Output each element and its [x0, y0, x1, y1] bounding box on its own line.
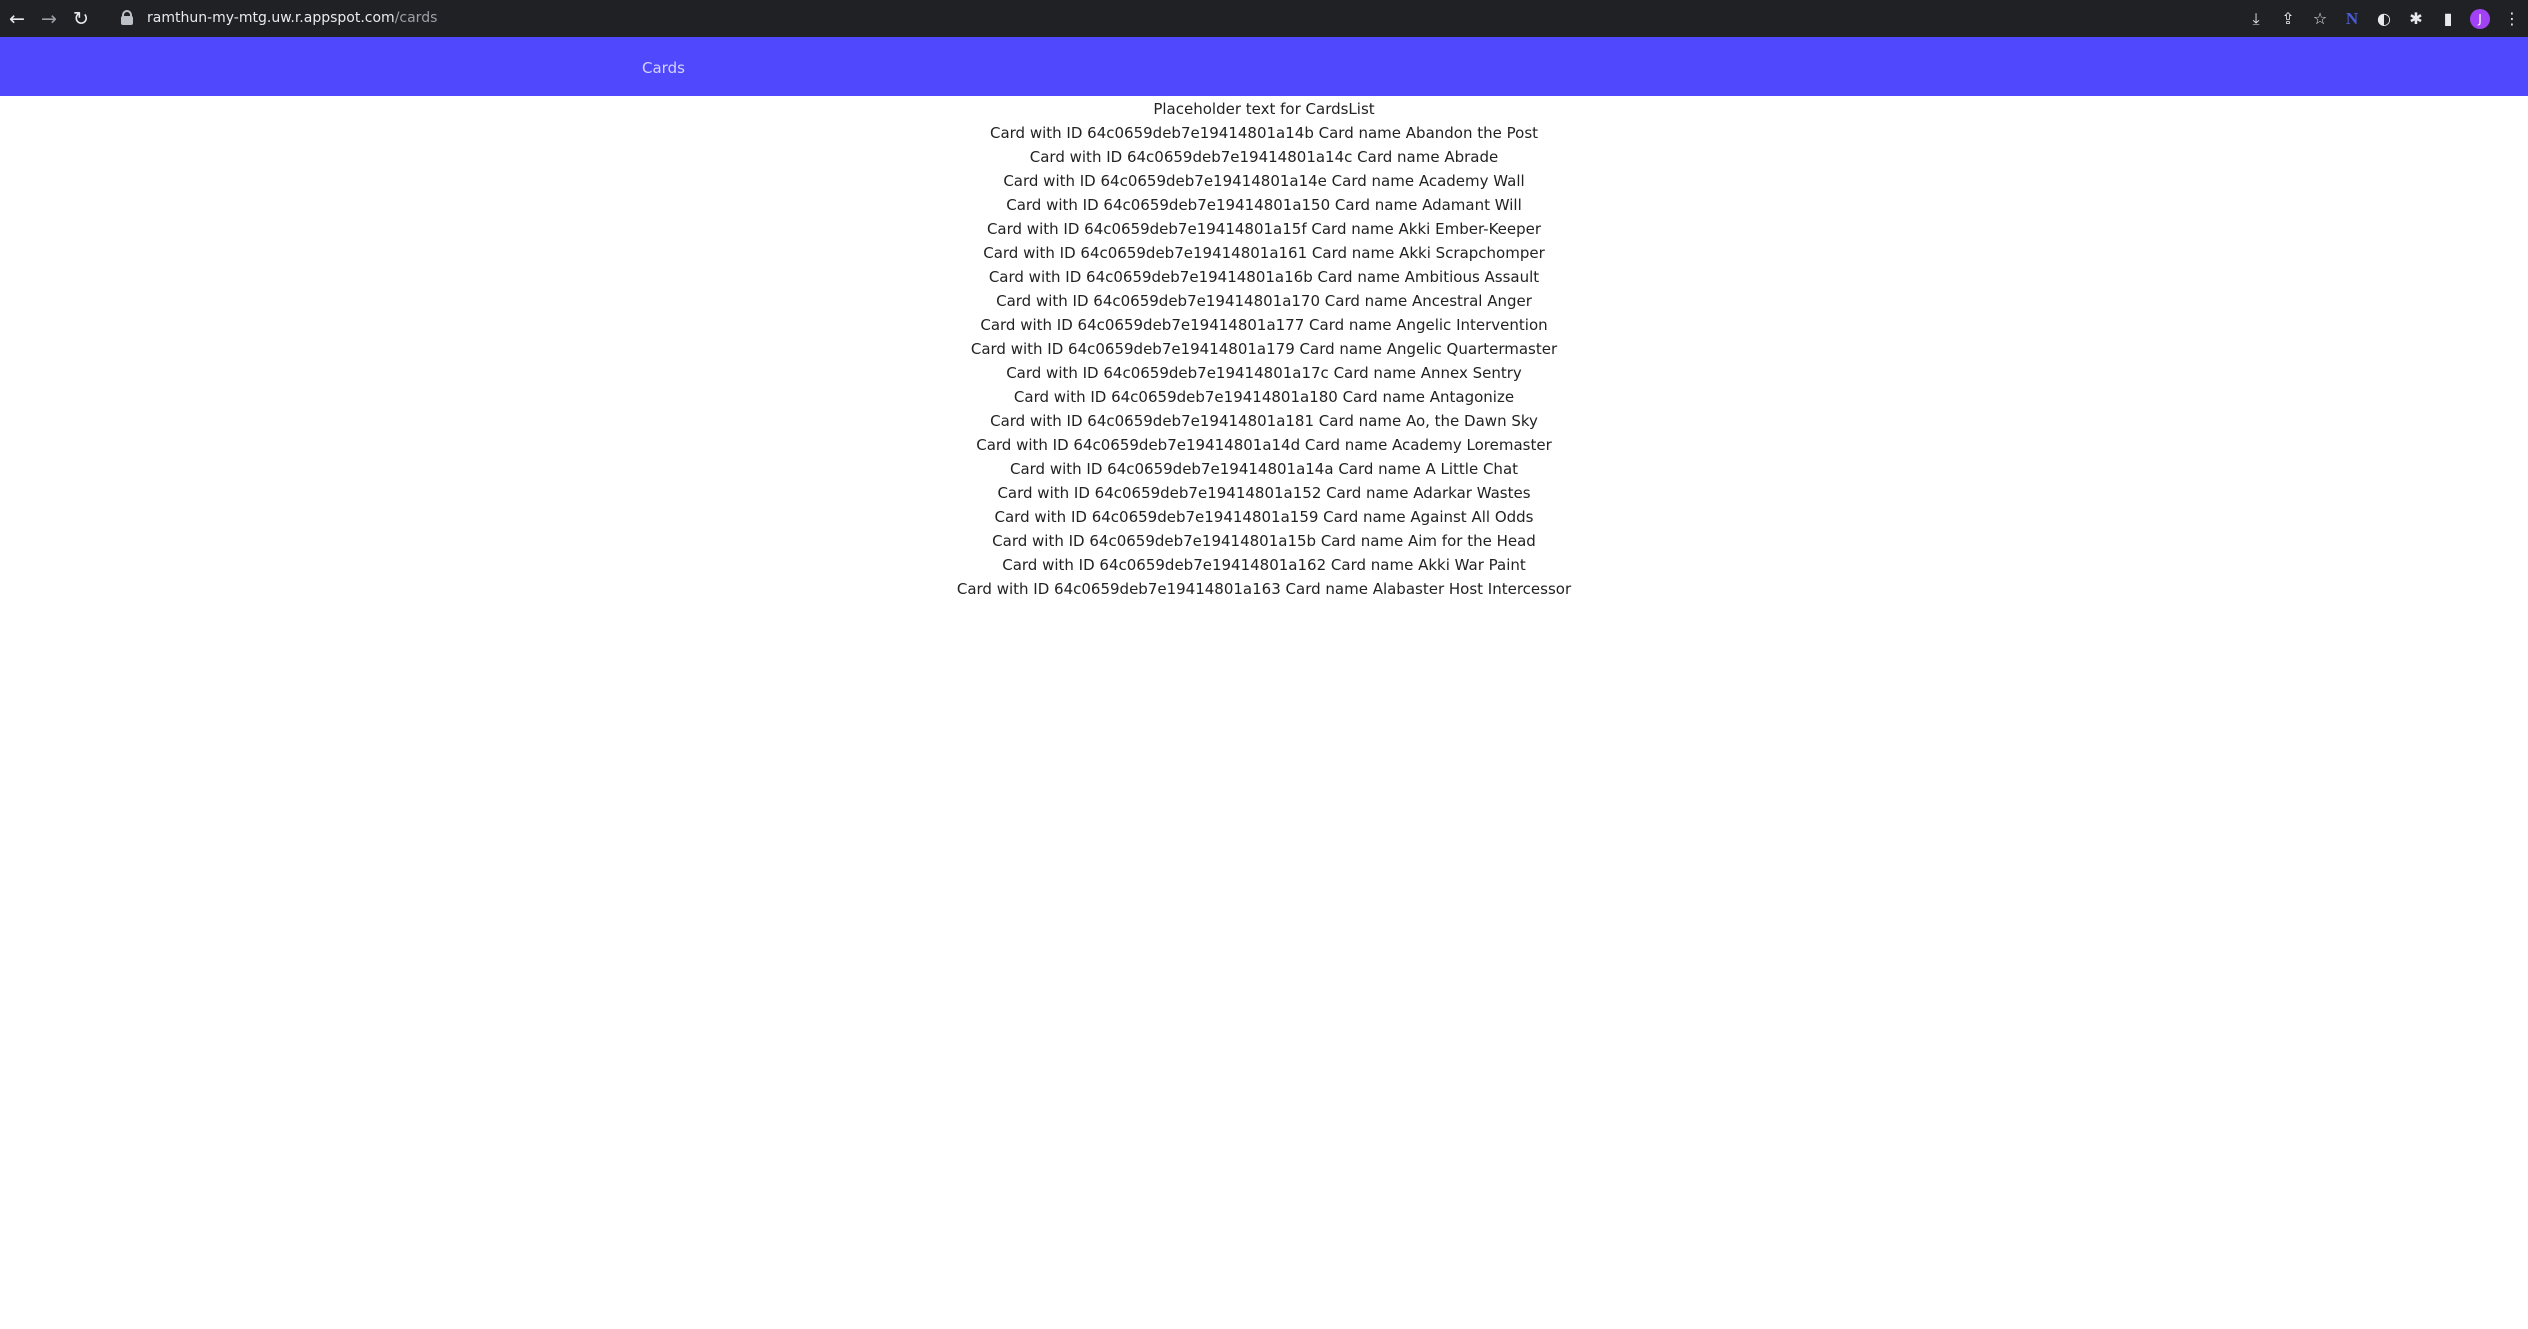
address-bar[interactable]: ramthun-my-mtg.uw.r.appspot.com/cards — [103, 3, 2328, 33]
side-panel-icon[interactable]: ▮ — [2432, 0, 2464, 37]
card-list-item: Card with ID 64c0659deb7e19414801a14d Ca… — [976, 436, 1552, 454]
browser-toolbar: ← → ↻ ramthun-my-mtg.uw.r.appspot.com/ca… — [0, 0, 2528, 37]
nav-link-cards[interactable]: Cards — [642, 37, 685, 96]
lock-icon[interactable] — [117, 3, 137, 33]
card-list-item: Card with ID 64c0659deb7e19414801a17c Ca… — [1006, 364, 1522, 382]
bookmark-star-icon[interactable]: ☆ — [2304, 0, 2336, 37]
url-host: ramthun-my-mtg.uw.r.appspot.com — [147, 10, 395, 26]
card-list-item: Card with ID 64c0659deb7e19414801a180 Ca… — [1013, 388, 1515, 406]
app-header: Cards — [0, 37, 2528, 96]
card-list-item: Card with ID 64c0659deb7e19414801a150 Ca… — [1006, 196, 1522, 214]
card-list-item: Card with ID 64c0659deb7e19414801a159 Ca… — [994, 508, 1534, 526]
card-list-item: Card with ID 64c0659deb7e19414801a14b Ca… — [989, 124, 1539, 142]
card-list-item: Card with ID 64c0659deb7e19414801a163 Ca… — [956, 580, 1572, 598]
card-list-item: Card with ID 64c0659deb7e19414801a14c Ca… — [1029, 148, 1499, 166]
back-button[interactable]: ← — [2, 0, 32, 37]
card-list-item: Card with ID 64c0659deb7e19414801a179 Ca… — [970, 340, 1558, 358]
card-list-item: Card with ID 64c0659deb7e19414801a161 Ca… — [983, 244, 1545, 262]
profile-button[interactable]: J — [2464, 0, 2496, 37]
browser-menu-icon[interactable]: ⋮ — [2496, 0, 2528, 37]
toolbar-actions: ⤓ ⇪ ☆ N ◐ ✱ ▮ J ⋮ — [2240, 0, 2528, 37]
card-list-item: Card with ID 64c0659deb7e19414801a162 Ca… — [1002, 556, 1526, 574]
card-list-item: Card with ID 64c0659deb7e19414801a170 Ca… — [996, 292, 1532, 310]
back-arrow-icon: ← — [9, 7, 25, 30]
forward-arrow-icon: → — [41, 7, 57, 30]
card-list-item: Card with ID 64c0659deb7e19414801a177 Ca… — [980, 316, 1548, 334]
url-text: ramthun-my-mtg.uw.r.appspot.com/cards — [147, 10, 437, 26]
card-list-item: Card with ID 64c0659deb7e19414801a14e Ca… — [1003, 172, 1525, 190]
placeholder-text: Placeholder text for CardsList — [1153, 100, 1375, 118]
reload-button[interactable]: ↻ — [66, 0, 96, 37]
avatar: J — [2470, 8, 2490, 29]
extension-n-icon[interactable]: N — [2336, 0, 2368, 37]
extensions-puzzle-icon[interactable]: ✱ — [2400, 0, 2432, 37]
install-app-icon[interactable]: ⤓ — [2240, 0, 2272, 37]
cards-list: Placeholder text for CardsList Card with… — [0, 97, 2528, 601]
reload-icon: ↻ — [73, 7, 89, 30]
card-list-item: Card with ID 64c0659deb7e19414801a16b Ca… — [988, 268, 1540, 286]
card-list-item: Card with ID 64c0659deb7e19414801a152 Ca… — [997, 484, 1531, 502]
share-icon[interactable]: ⇪ — [2272, 0, 2304, 37]
card-list-item: Card with ID 64c0659deb7e19414801a15f Ca… — [986, 220, 1542, 238]
card-list-item: Card with ID 64c0659deb7e19414801a14a Ca… — [1009, 460, 1519, 478]
card-list-item: Card with ID 64c0659deb7e19414801a15b Ca… — [992, 532, 1536, 550]
forward-button[interactable]: → — [34, 0, 64, 37]
globe-extension-icon[interactable]: ◐ — [2368, 0, 2400, 37]
card-list-item: Card with ID 64c0659deb7e19414801a181 Ca… — [990, 412, 1538, 430]
url-path: /cards — [394, 10, 438, 26]
